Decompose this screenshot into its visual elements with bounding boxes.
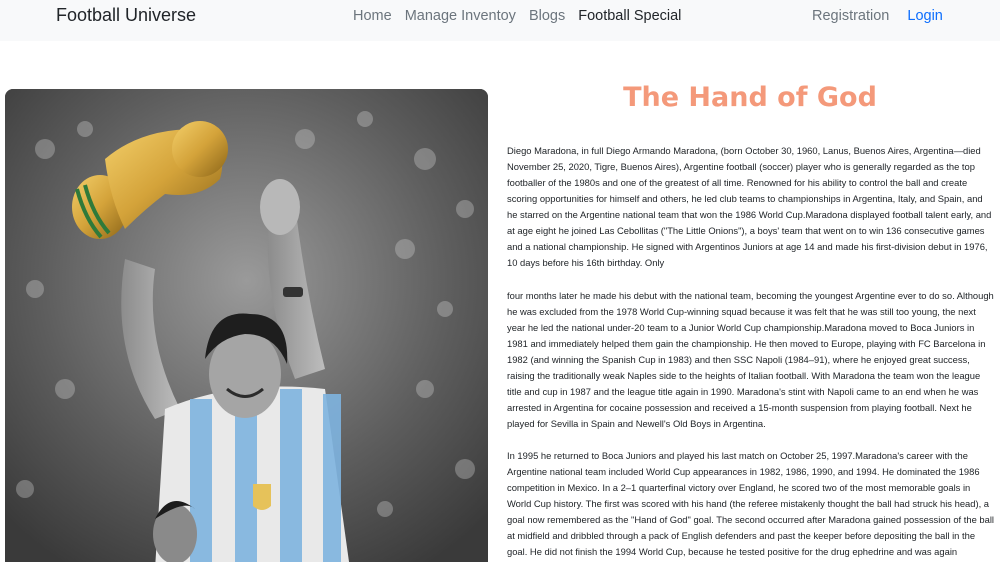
wristwatch-shape: [283, 287, 303, 297]
nav-link-football-special[interactable]: Football Special: [578, 8, 681, 24]
brand-logo-link[interactable]: Football Universe: [56, 5, 196, 26]
nav-link-blogs[interactable]: Blogs: [529, 8, 565, 24]
nav-link-home[interactable]: Home: [353, 8, 392, 24]
top-navbar: Football Universe Home Manage Inventoy B…: [0, 0, 1000, 41]
registration-link[interactable]: Registration: [812, 8, 889, 24]
auth-nav: Registration Login: [812, 8, 961, 24]
hero-illustration: [5, 89, 488, 562]
maradona-hero-image: [5, 89, 488, 562]
raised-hand-shape: [260, 179, 300, 235]
login-link[interactable]: Login: [907, 8, 942, 24]
crest-shape: [253, 484, 271, 510]
article-paragraph-3: In 1995 he returned to Boca Juniors and …: [507, 450, 994, 557]
main-nav: Home Manage Inventoy Blogs Football Spec…: [353, 8, 694, 24]
article-paragraph-1: Diego Maradona, in full Diego Armando Ma…: [507, 145, 992, 268]
article-paragraph-2: four months later he made his debut with…: [507, 290, 994, 429]
article-title: The Hand of God: [623, 82, 877, 113]
nav-link-manage-inventory[interactable]: Manage Inventoy: [405, 8, 516, 24]
